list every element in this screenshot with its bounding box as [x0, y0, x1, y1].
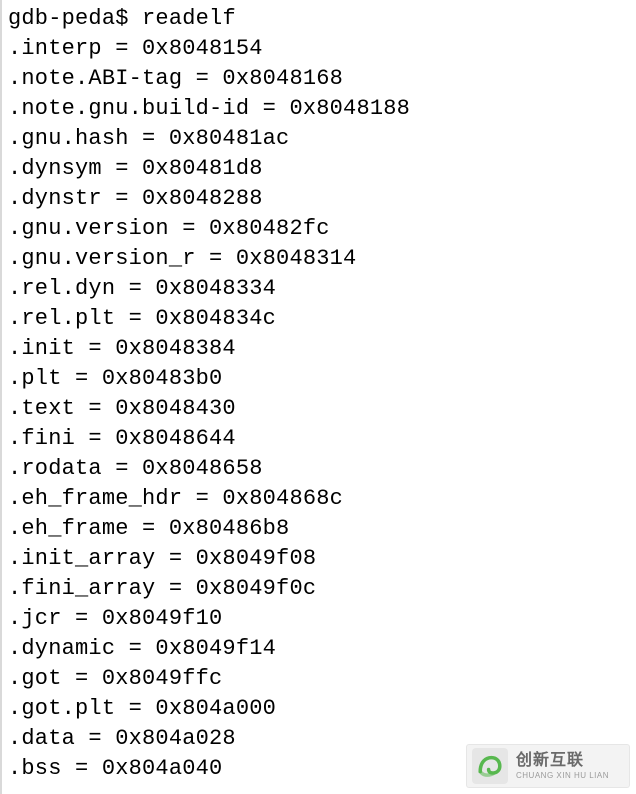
elf-section-line: .note.ABI-tag = 0x8048168: [8, 64, 636, 94]
elf-section-line: .jcr = 0x8049f10: [8, 604, 636, 634]
elf-section-line: .got = 0x8049ffc: [8, 664, 636, 694]
elf-section-line: .interp = 0x8048154: [8, 34, 636, 64]
watermark-logo-icon: [472, 748, 508, 784]
elf-section-line: .rel.dyn = 0x8048334: [8, 274, 636, 304]
watermark-zh: 创新互联: [516, 753, 609, 769]
terminal-output: gdb-peda$ readelf .interp = 0x8048154.no…: [0, 0, 636, 784]
elf-section-line: .fini_array = 0x8049f0c: [8, 574, 636, 604]
elf-section-line: .text = 0x8048430: [8, 394, 636, 424]
elf-section-line: .eh_frame = 0x80486b8: [8, 514, 636, 544]
watermark-badge: 创新互联 CHUANG XIN HU LIAN: [466, 744, 630, 788]
elf-section-line: .init_array = 0x8049f08: [8, 544, 636, 574]
elf-section-line: .note.gnu.build-id = 0x8048188: [8, 94, 636, 124]
elf-section-line: .fini = 0x8048644: [8, 424, 636, 454]
elf-section-line: .rodata = 0x8048658: [8, 454, 636, 484]
elf-section-line: .dynstr = 0x8048288: [8, 184, 636, 214]
elf-section-line: .dynamic = 0x8049f14: [8, 634, 636, 664]
elf-section-line: .eh_frame_hdr = 0x804868c: [8, 484, 636, 514]
elf-section-line: .gnu.version_r = 0x8048314: [8, 244, 636, 274]
command-line: gdb-peda$ readelf: [8, 4, 636, 34]
watermark-text: 创新互联 CHUANG XIN HU LIAN: [516, 753, 609, 780]
elf-section-line: .plt = 0x80483b0: [8, 364, 636, 394]
elf-section-line: .rel.plt = 0x804834c: [8, 304, 636, 334]
window-left-border: [0, 0, 2, 794]
watermark-pinyin: CHUANG XIN HU LIAN: [516, 772, 609, 780]
elf-section-line: .gnu.hash = 0x80481ac: [8, 124, 636, 154]
elf-section-line: .gnu.version = 0x80482fc: [8, 214, 636, 244]
elf-section-line: .got.plt = 0x804a000: [8, 694, 636, 724]
entered-command: readelf: [142, 6, 236, 31]
shell-prompt: gdb-peda$: [8, 6, 142, 31]
elf-section-line: .dynsym = 0x80481d8: [8, 154, 636, 184]
elf-section-line: .init = 0x8048384: [8, 334, 636, 364]
